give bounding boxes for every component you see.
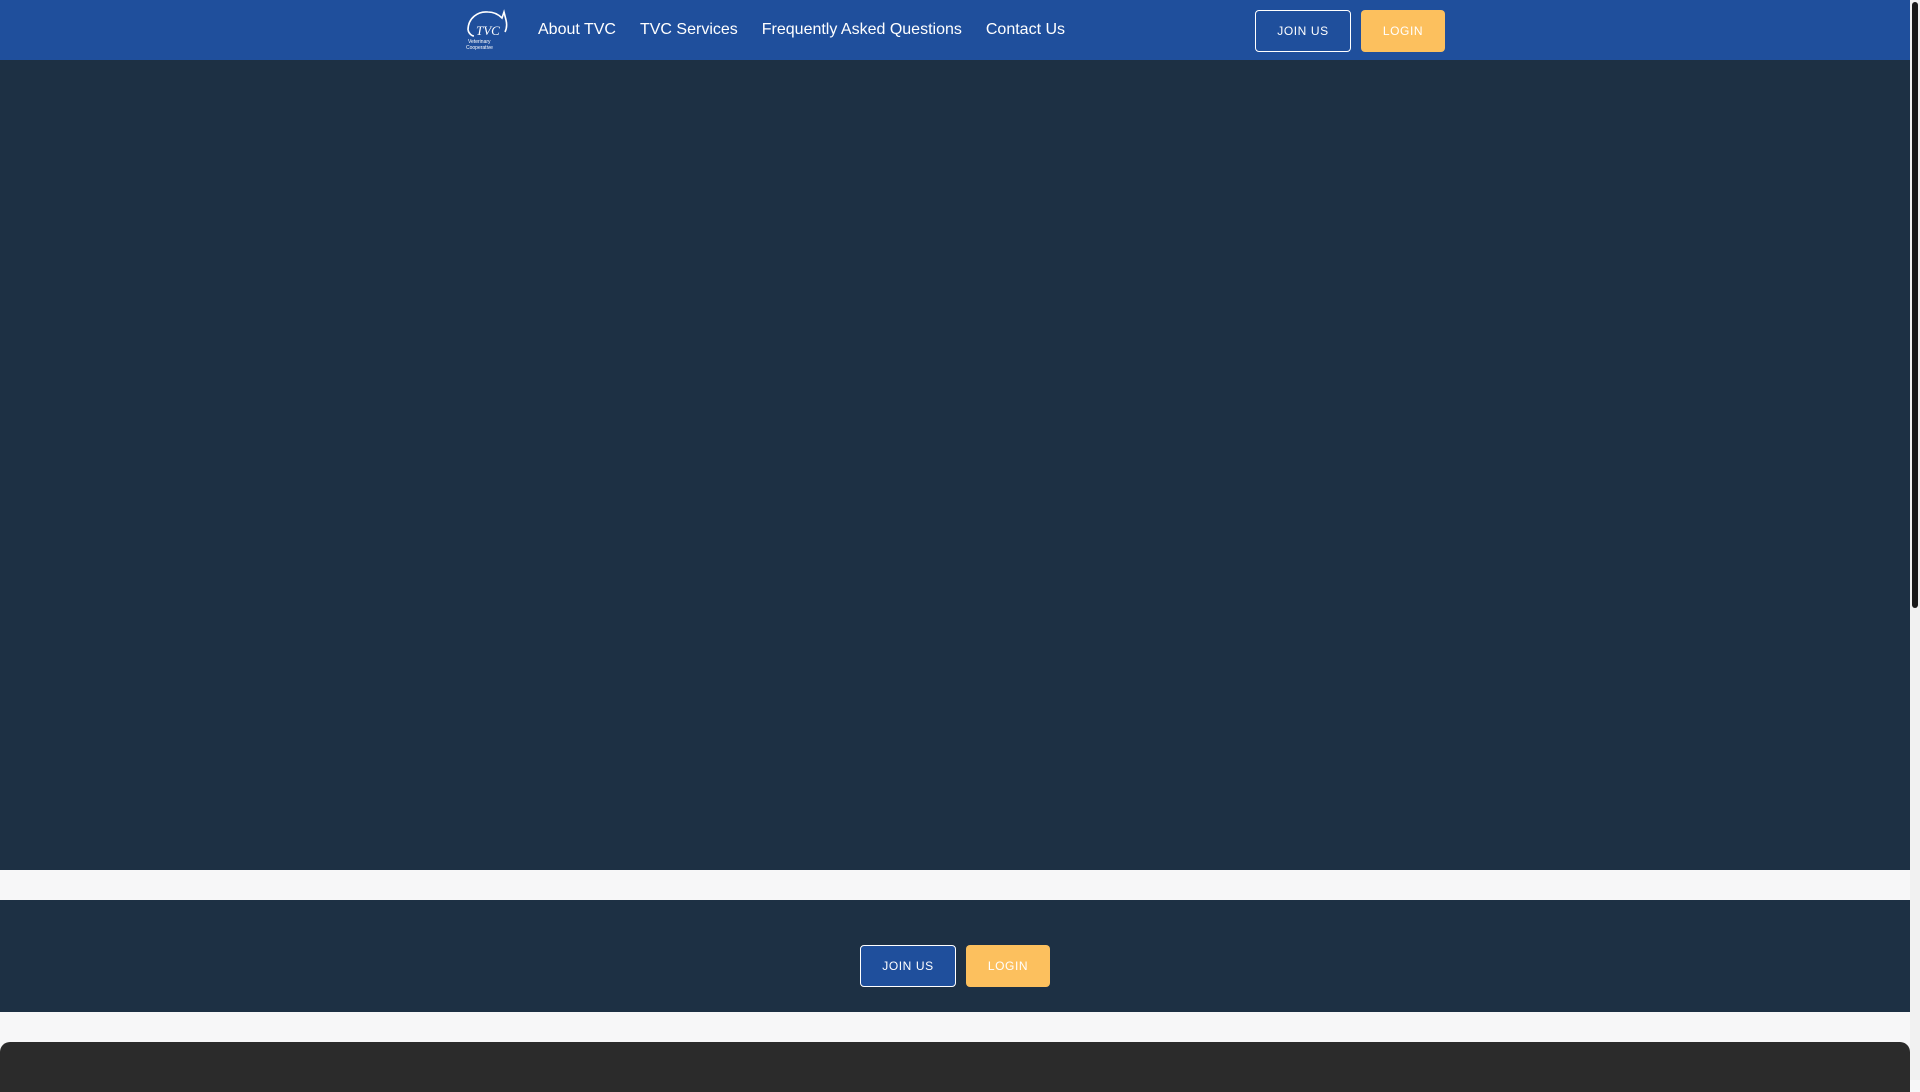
cta-section: JOIN US LOGIN (0, 900, 1910, 1012)
nav-links: About TVC TVC Services Frequently Asked … (538, 0, 1089, 60)
svg-text:Cooperative: Cooperative (466, 45, 493, 50)
tvc-cat-logo-icon: TVC Veterinary Cooperative (466, 9, 508, 51)
nav-link-tvc-services[interactable]: TVC Services (640, 21, 738, 39)
cta-login-button[interactable]: LOGIN (966, 945, 1050, 987)
page: TVC Veterinary Cooperative About TVC TVC… (0, 0, 1910, 1092)
hero-banner (0, 60, 1910, 870)
join-us-button[interactable]: JOIN US (1255, 10, 1351, 52)
scrollbar-thumb[interactable] (1912, 2, 1918, 608)
nav-link-contact-us[interactable]: Contact Us (986, 21, 1065, 39)
svg-text:TVC: TVC (476, 23, 500, 38)
login-button[interactable]: LOGIN (1361, 10, 1445, 52)
nav-link-faq[interactable]: Frequently Asked Questions (762, 21, 962, 39)
nav-link-about-tvc[interactable]: About TVC (538, 21, 616, 39)
tvc-logo[interactable]: TVC Veterinary Cooperative (464, 8, 508, 51)
top-navbar: TVC Veterinary Cooperative About TVC TVC… (0, 0, 1910, 60)
footer (0, 1042, 1910, 1092)
cta-join-us-button[interactable]: JOIN US (860, 945, 956, 987)
